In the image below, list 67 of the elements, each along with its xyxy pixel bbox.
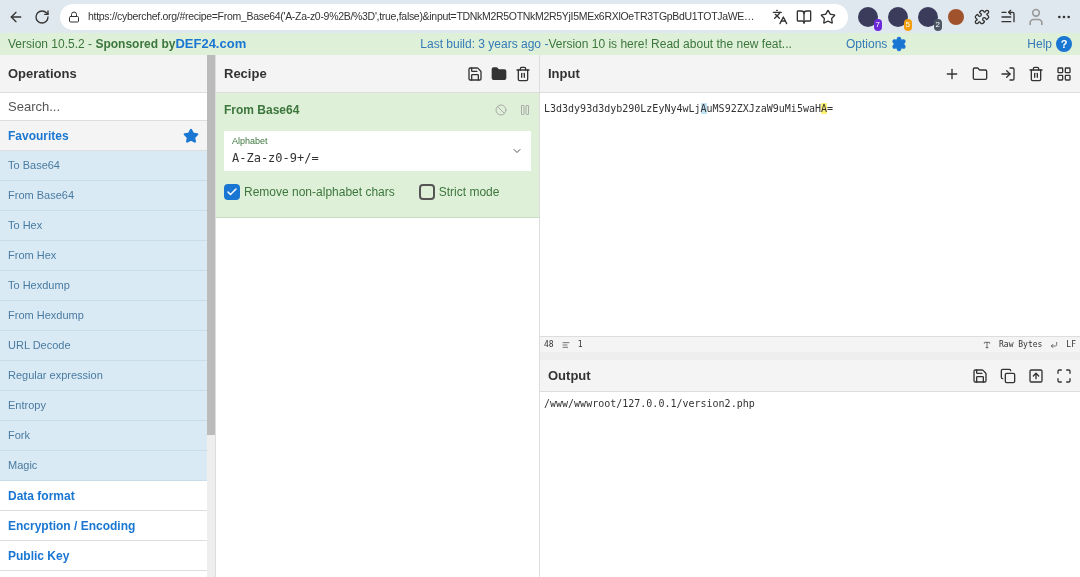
field-value: A-Za-z0-9+/= xyxy=(232,149,320,167)
category-header[interactable]: Favourites xyxy=(0,121,208,151)
extension-badge: 7 xyxy=(873,18,882,31)
reader-icon[interactable] xyxy=(796,8,812,25)
favorites-list-icon[interactable] xyxy=(1000,8,1016,25)
news-link[interactable]: Version 10 is here! Read about the new feat... xyxy=(548,35,792,53)
field-label: Alphabet xyxy=(232,135,269,148)
copy-icon[interactable] xyxy=(1000,367,1016,384)
puzzle-icon[interactable] xyxy=(974,8,990,25)
import-icon[interactable] xyxy=(1000,65,1016,82)
length-text: 48 xyxy=(544,338,554,351)
fullscreen-icon[interactable] xyxy=(1056,367,1072,384)
reload-icon[interactable] xyxy=(34,8,50,25)
checkbox-label: Strict mode xyxy=(438,183,500,201)
output-title: Output xyxy=(548,366,592,385)
translate-icon[interactable] xyxy=(772,8,788,25)
encoding-text[interactable]: Raw Bytes xyxy=(999,338,1043,351)
return-icon xyxy=(1050,340,1059,349)
check-icon xyxy=(226,185,238,198)
operation-title: From Base64 xyxy=(224,102,301,119)
trash-icon[interactable] xyxy=(1028,65,1044,82)
operations-header: Operations xyxy=(0,55,208,93)
operation-item[interactable]: To Hex xyxy=(0,211,208,241)
cookie-icon[interactable] xyxy=(948,8,964,25)
operation-item[interactable]: Fork xyxy=(0,421,208,451)
alphabet-field[interactable]: Alphabet A-Za-z0-9+/= xyxy=(224,131,531,171)
operation-item[interactable]: Entropy xyxy=(0,391,208,421)
lines-text: 1 xyxy=(577,338,584,351)
build-text: Last build: 3 years ago - xyxy=(420,36,549,53)
extension-badge: 2 xyxy=(933,18,942,31)
eol-text[interactable]: LF xyxy=(1066,338,1076,351)
options-button[interactable]: Options xyxy=(845,35,908,53)
version-text: Version 10.5.2 - Sponsored by xyxy=(8,36,176,53)
operation-item[interactable]: From Hexdump xyxy=(0,301,208,331)
help-button[interactable]: Help ? xyxy=(1027,35,1072,53)
settings-icon xyxy=(891,36,908,52)
layout-icon[interactable] xyxy=(1056,65,1072,82)
lock-icon xyxy=(68,10,80,23)
star-icon xyxy=(183,127,200,144)
help-icon: ? xyxy=(1056,36,1072,52)
output-area: /www/wwwroot/127.0.0.1/version2.php xyxy=(540,392,1080,577)
folder-icon[interactable] xyxy=(491,65,507,82)
lines-icon xyxy=(561,340,570,349)
replace-input-icon[interactable] xyxy=(1028,367,1044,384)
operation-item[interactable]: Regular expression xyxy=(0,361,208,391)
checkbox-label: Remove non-alphabet chars xyxy=(244,183,395,201)
input-title: Input xyxy=(548,64,581,83)
checkbox[interactable] xyxy=(224,183,240,200)
operation-item[interactable]: From Base64 xyxy=(0,181,208,211)
operation-item[interactable]: Magic xyxy=(0,451,208,481)
sponsor-link[interactable]: DEF24.com xyxy=(175,34,247,54)
favorite-icon[interactable] xyxy=(820,8,836,25)
address-bar[interactable]: https://cyberchef.org/#recipe=From_Base64('A-Za-z0-9%2B/%3D',true,false)&input=TDNkM2R5OTNkM2R5YjI5MEx6RXlOeTR3TGpBdU1TOTJaWE… xyxy=(60,3,848,30)
checkbox[interactable] xyxy=(418,183,435,200)
save-icon[interactable] xyxy=(972,367,988,384)
text-icon xyxy=(983,340,991,349)
url-text: https://cyberchef.org/#recipe=From_Base64('A-Za-z0-9%2B/%3D',true,false)&input=TDNkM2R5OTNkM2R5YjI5MEx6RXlOeTR3TGpBdU1TOTJaWE… xyxy=(88,8,756,24)
trash-icon[interactable] xyxy=(515,65,531,82)
scrollbar[interactable] xyxy=(207,55,215,577)
folder-icon[interactable] xyxy=(972,65,988,82)
operation-item[interactable]: URL Decode xyxy=(0,331,208,361)
save-icon[interactable] xyxy=(467,65,483,82)
recipe-title: Recipe xyxy=(224,64,268,83)
operation-item[interactable]: To Hexdump xyxy=(0,271,208,301)
operation-item[interactable]: From Hex xyxy=(0,241,208,271)
extension-badge: 5 xyxy=(903,18,912,31)
operation-item[interactable]: To Base64 xyxy=(0,151,208,181)
